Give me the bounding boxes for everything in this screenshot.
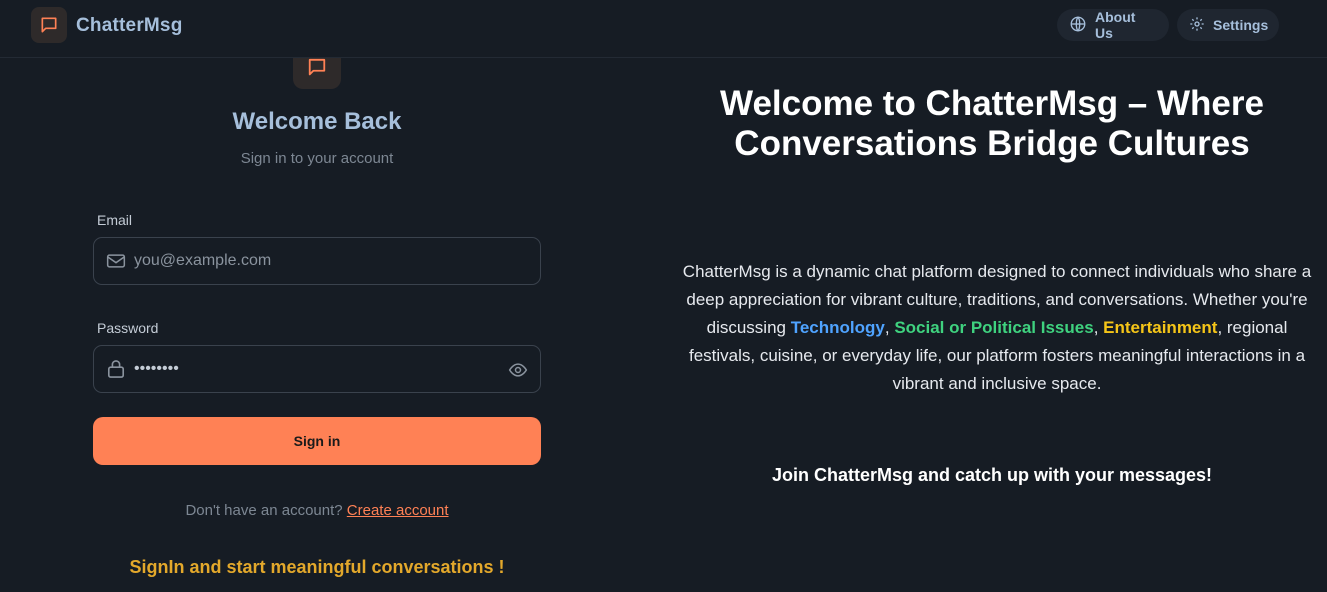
email-label: Email bbox=[97, 212, 133, 228]
logo-icon[interactable] bbox=[31, 7, 67, 43]
eye-icon[interactable] bbox=[508, 360, 528, 385]
login-subtitle: Sign in to your account bbox=[240, 150, 394, 167]
login-logo-icon bbox=[293, 58, 341, 89]
gear-icon bbox=[1189, 16, 1205, 35]
no-account-text: Don't have an account? bbox=[185, 502, 343, 519]
settings-label: Settings bbox=[1213, 17, 1269, 33]
password-input[interactable] bbox=[134, 346, 494, 392]
create-account-link[interactable]: Create account bbox=[347, 502, 449, 519]
login-title: Welcome Back bbox=[232, 108, 402, 135]
separator: , bbox=[1093, 318, 1104, 337]
mail-icon bbox=[94, 252, 134, 270]
join-text: Join ChatterMsg and catch up with your m… bbox=[771, 465, 1213, 485]
highlight-technology: Technology bbox=[790, 318, 885, 337]
settings-button[interactable]: Settings bbox=[1177, 9, 1279, 41]
hero-title: Welcome to ChatterMsg – Where Conversati… bbox=[720, 84, 1264, 163]
highlight-social-political: Social or Political Issues bbox=[894, 318, 1094, 337]
about-us-button[interactable]: About Us bbox=[1057, 9, 1169, 41]
no-account-prompt: Don't have an account? Create account bbox=[93, 502, 541, 519]
hero-description: ChatterMsg is a dynamic chat platform de… bbox=[672, 258, 1322, 398]
globe-icon bbox=[1069, 15, 1087, 36]
highlight-entertainment: Entertainment bbox=[1103, 318, 1218, 337]
lock-icon bbox=[94, 359, 134, 379]
email-input[interactable] bbox=[134, 238, 494, 284]
email-field[interactable] bbox=[93, 237, 541, 285]
about-us-label: About Us bbox=[1095, 9, 1136, 41]
sign-in-button[interactable]: Sign in bbox=[93, 417, 541, 465]
password-label: Password bbox=[97, 320, 159, 336]
signin-cta-text: SignIn and start meaningful conversation… bbox=[129, 557, 505, 577]
brand-name[interactable]: ChatterMsg bbox=[76, 15, 183, 37]
password-field[interactable] bbox=[93, 345, 541, 393]
separator: , bbox=[884, 318, 895, 337]
top-navbar: ChatterMsg About Us Settings bbox=[0, 0, 1327, 58]
